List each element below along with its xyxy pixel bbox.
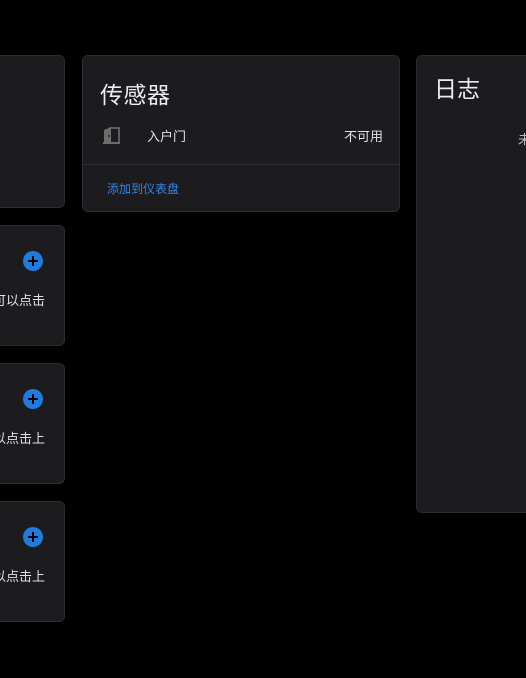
plus-glyph [28,256,38,266]
left-card-3: 以点击上 [0,501,65,622]
entity-row[interactable]: 入户门 不可用 [83,122,399,150]
add-to-dashboard-button[interactable]: 添加到仪表盘 [107,180,179,197]
plus-glyph [28,532,38,542]
door-icon [103,127,120,144]
card-divider [83,164,399,165]
sensor-card: 传感器 入户门 不可用 添加到仪表盘 [82,55,400,212]
card-text-fragment: 可以点击 [0,294,45,309]
log-text-fragment: 未 [518,129,526,148]
plus-circle-icon[interactable] [23,527,43,547]
left-card-2: 以点击上 [0,363,65,484]
card-title: 传感器 [100,83,171,109]
card-title: 日志 [434,77,480,103]
log-card: 日志 未 [416,55,526,513]
entity-state: 不可用 [343,130,383,145]
plus-circle-icon[interactable] [23,389,43,409]
left-card-1: 可以点击 [0,225,65,346]
card-text-fragment: 以点击上 [0,570,45,585]
plus-glyph [28,394,38,404]
card-text-fragment: 以点击上 [0,432,45,447]
plus-circle-icon[interactable] [23,251,43,271]
left-card-top [0,55,65,208]
entity-name: 入户门 [147,130,187,145]
dashboard-viewport: 可以点击 以点击上 以点击上 传感器 [0,0,526,678]
